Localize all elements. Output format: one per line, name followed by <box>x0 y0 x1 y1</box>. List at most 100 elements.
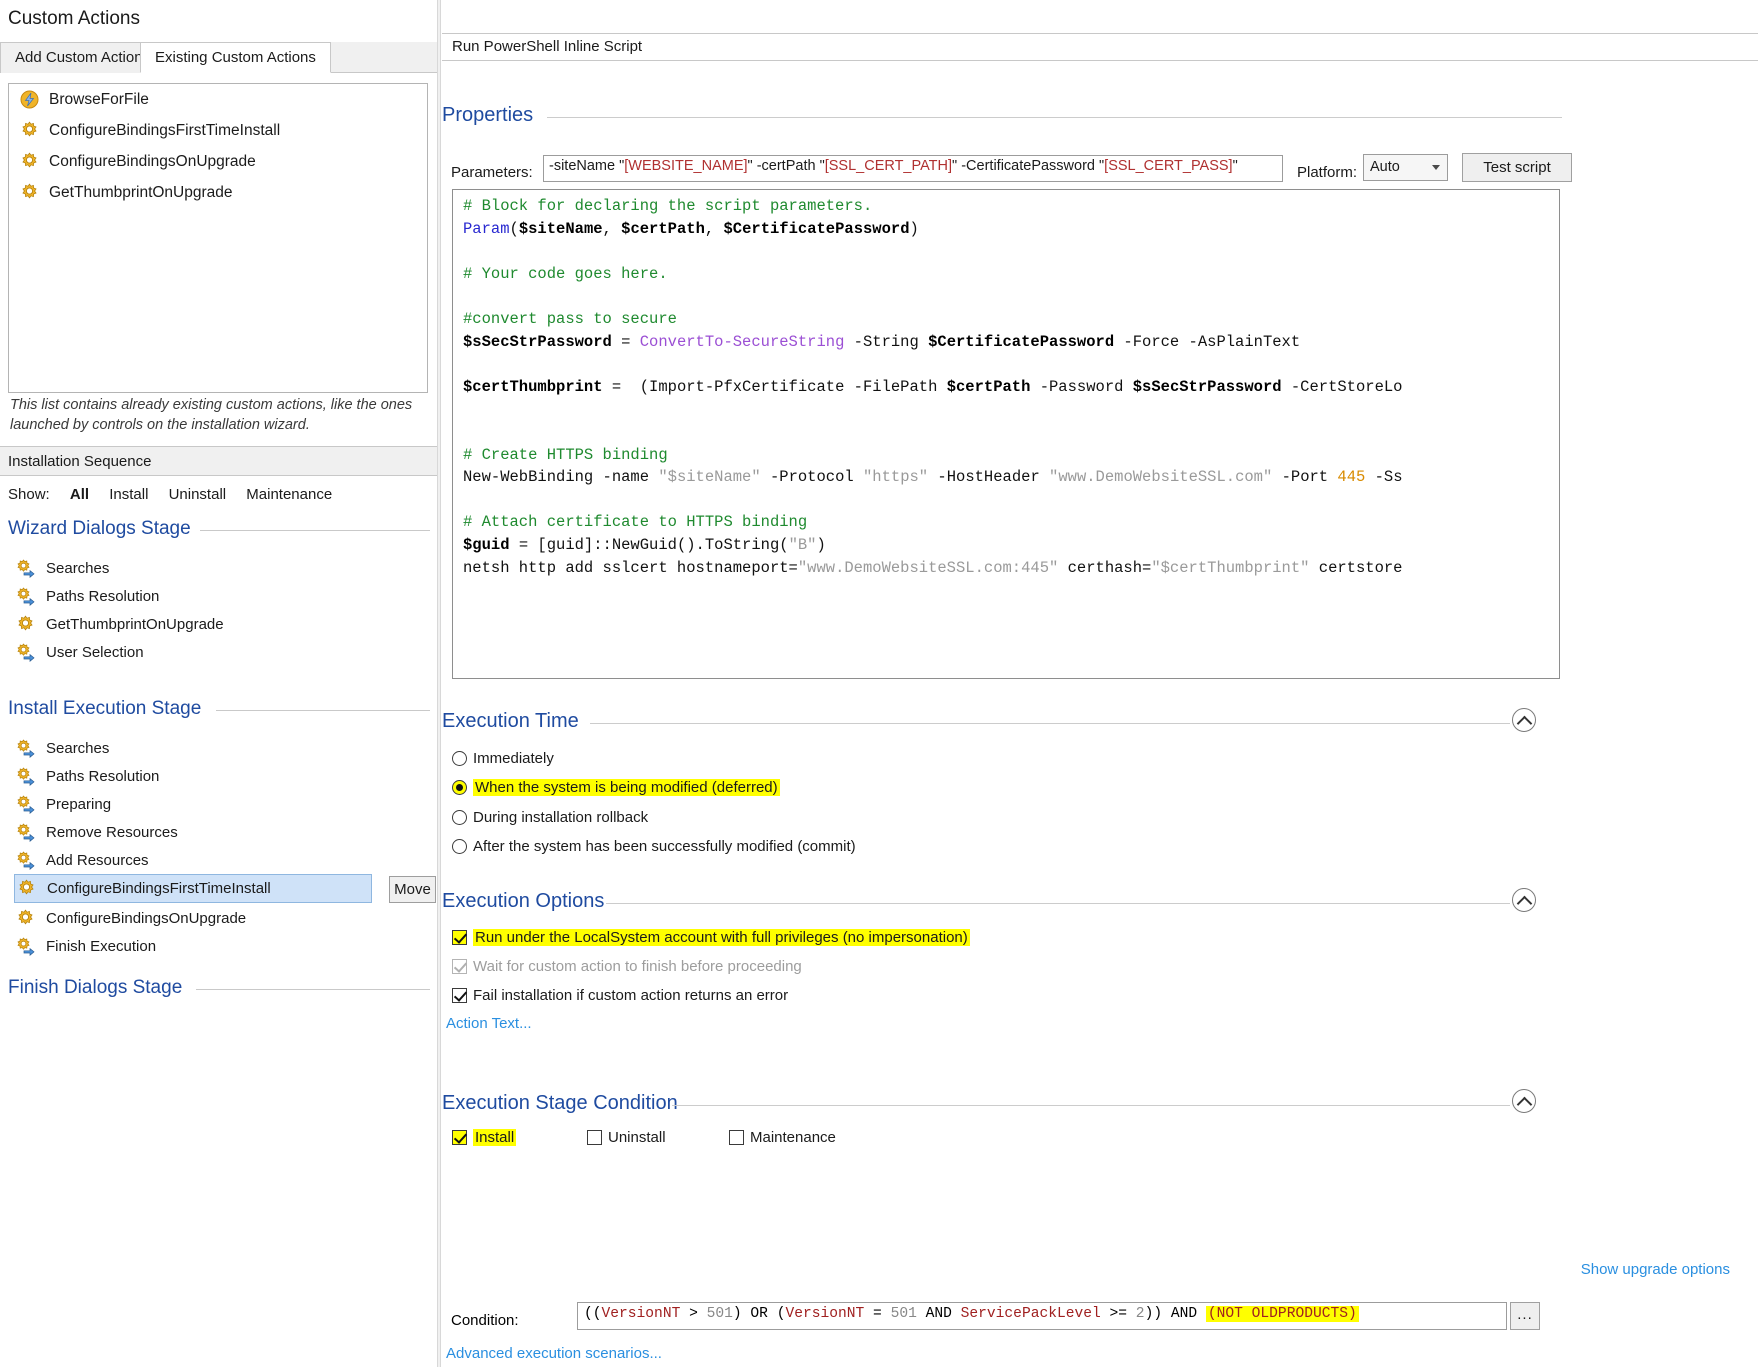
collapse-execution-stage-condition-button[interactable] <box>1512 1089 1536 1113</box>
list-item[interactable]: BrowseForFile <box>9 84 427 115</box>
page-title: Custom Actions <box>8 8 140 29</box>
tab-add-custom-action[interactable]: Add Custom Action <box>0 42 158 73</box>
condition-input[interactable]: ((VersionNT > 501) OR (VersionNT = 501 A… <box>577 1302 1507 1330</box>
gear-icon <box>16 615 35 634</box>
gear-arrow-icon <box>16 851 35 870</box>
sequence-item-preparing[interactable]: Preparing <box>16 791 111 818</box>
checkbox-fail-on-error[interactable]: Fail installation if custom action retur… <box>452 987 788 1004</box>
radio-label: When the system is being modified (defer… <box>473 779 780 796</box>
left-pane: Custom Actions Add Custom Action Existin… <box>0 0 437 1367</box>
sequence-item-label: Searches <box>46 740 110 757</box>
checkbox-label: Uninstall <box>608 1129 666 1146</box>
radio-deferred[interactable]: When the system is being modified (defer… <box>452 779 780 796</box>
list-item-label: ConfigureBindingsFirstTimeInstall <box>49 121 281 139</box>
advanced-execution-scenarios-link[interactable]: Advanced execution scenarios... <box>446 1345 662 1362</box>
checkbox-icon <box>729 1130 744 1145</box>
checkbox-label: Maintenance <box>750 1129 836 1146</box>
gear-icon <box>20 121 39 140</box>
test-script-button[interactable]: Test script <box>1462 153 1572 182</box>
action-text-link[interactable]: Action Text... <box>446 1015 532 1032</box>
sequence-item-label: Paths Resolution <box>46 588 160 605</box>
gear-icon <box>20 152 39 171</box>
sequence-item-get-thumbprint-on-upgrade[interactable]: GetThumbprintOnUpgrade <box>16 611 224 638</box>
checkbox-icon <box>452 930 467 945</box>
sequence-item-label: Finish Execution <box>46 938 157 955</box>
sequence-item-configure-bindings-on-upgrade[interactable]: ConfigureBindingsOnUpgrade <box>16 905 246 932</box>
radio-rollback[interactable]: During installation rollback <box>452 809 648 826</box>
gear-arrow-icon <box>16 937 35 956</box>
section-title-properties: Properties <box>442 104 534 126</box>
stage-rule <box>216 710 430 711</box>
checkbox-stage-maintenance[interactable]: Maintenance <box>729 1129 836 1146</box>
list-hint: This list contains already existing cust… <box>10 397 413 433</box>
checkbox-run-localsystem[interactable]: Run under the LocalSystem account with f… <box>452 929 970 946</box>
show-option-maintenance[interactable]: Maintenance <box>246 486 332 503</box>
sequence-item-paths-resolution[interactable]: Paths Resolution <box>16 583 159 610</box>
radio-icon <box>452 780 467 795</box>
show-filter-bar: Show: All Install Uninstall Maintenance <box>8 486 332 503</box>
collapse-execution-options-button[interactable] <box>1512 888 1536 912</box>
section-rule <box>590 723 1510 724</box>
gear-arrow-icon <box>16 587 35 606</box>
detail-pane: Run PowerShell Inline Script Properties … <box>442 0 1758 1367</box>
sequence-item-configure-bindings-first-time-install[interactable]: ConfigureBindingsFirstTimeInstall Move <box>14 874 436 903</box>
gear-arrow-icon <box>16 643 35 662</box>
condition-browse-button[interactable]: ... <box>1510 1302 1540 1330</box>
section-title-execution-stage-condition: Execution Stage Condition <box>442 1092 678 1114</box>
platform-select[interactable]: Auto <box>1363 154 1448 181</box>
sequence-item-label: Preparing <box>46 796 112 813</box>
stage-rule <box>196 989 430 990</box>
list-item[interactable]: ConfigureBindingsOnUpgrade <box>9 146 427 177</box>
collapse-execution-time-button[interactable] <box>1512 708 1536 732</box>
stage-heading-install-execution: Install Execution Stage <box>8 698 202 719</box>
gear-arrow-icon <box>16 823 35 842</box>
list-item[interactable]: ConfigureBindingsFirstTimeInstall <box>9 115 427 146</box>
sequence-item-searches-install[interactable]: Searches <box>16 735 109 762</box>
show-option-uninstall[interactable]: Uninstall <box>169 486 227 503</box>
section-title-execution-time: Execution Time <box>442 710 579 732</box>
checkbox-label: Wait for custom action to finish before … <box>473 958 802 975</box>
installation-sequence-title: Installation Sequence <box>8 453 152 470</box>
sequence-item-label: ConfigureBindingsOnUpgrade <box>46 910 247 927</box>
checkbox-stage-install[interactable]: Install <box>452 1129 517 1146</box>
sequence-item-label: GetThumbprintOnUpgrade <box>46 616 224 633</box>
tabstrip: Add Custom Action Existing Custom Action… <box>0 42 437 73</box>
sequence-item-searches[interactable]: Searches <box>16 555 109 582</box>
show-upgrade-options-link[interactable]: Show upgrade options <box>1581 1261 1730 1278</box>
parameters-input[interactable]: -siteName "[WEBSITE_NAME]" -certPath "[S… <box>543 155 1283 182</box>
sequence-item-add-resources[interactable]: Add Resources <box>16 847 149 874</box>
checkbox-label: Install <box>473 1129 517 1146</box>
radio-commit[interactable]: After the system has been successfully m… <box>452 838 856 855</box>
gear-arrow-icon <box>16 559 35 578</box>
checkbox-stage-uninstall[interactable]: Uninstall <box>587 1129 666 1146</box>
existing-actions-list[interactable]: BrowseForFile ConfigureBindingsFirstTime… <box>8 83 428 393</box>
show-option-all[interactable]: All <box>70 486 89 503</box>
detail-title-bar: Run PowerShell Inline Script <box>442 33 1758 61</box>
sequence-item-paths-resolution-install[interactable]: Paths Resolution <box>16 763 159 790</box>
sequence-item-label: Remove Resources <box>46 824 178 841</box>
list-item[interactable]: GetThumbprintOnUpgrade <box>9 177 427 208</box>
radio-icon <box>452 751 467 766</box>
radio-icon <box>452 839 467 854</box>
sequence-item-user-selection[interactable]: User Selection <box>16 639 144 666</box>
detail-title: Run PowerShell Inline Script <box>452 38 643 55</box>
script-editor[interactable]: # Block for declaring the script paramet… <box>452 189 1560 679</box>
show-option-install[interactable]: Install <box>109 486 148 503</box>
sequence-item-finish-execution[interactable]: Finish Execution <box>16 933 156 960</box>
radio-label: During installation rollback <box>473 809 649 826</box>
section-rule <box>547 117 1562 118</box>
sequence-item-label: ConfigureBindingsFirstTimeInstall <box>47 880 271 897</box>
tab-existing-custom-actions[interactable]: Existing Custom Actions <box>140 42 331 73</box>
gear-icon <box>16 909 35 928</box>
stage-rule <box>200 530 430 531</box>
radio-immediately[interactable]: Immediately <box>452 750 554 767</box>
pane-splitter[interactable] <box>437 0 441 1367</box>
checkbox-wait-for-finish: Wait for custom action to finish before … <box>452 958 802 975</box>
script-editor-content: # Block for declaring the script paramet… <box>463 197 1403 577</box>
parameters-label: Parameters: <box>451 164 533 181</box>
sequence-item-remove-resources[interactable]: Remove Resources <box>16 819 178 846</box>
radio-label: Immediately <box>473 750 554 767</box>
checkbox-icon <box>452 1130 467 1145</box>
stage-heading-wizard-dialogs: Wizard Dialogs Stage <box>8 518 191 539</box>
sequence-item-label: Add Resources <box>46 852 149 869</box>
